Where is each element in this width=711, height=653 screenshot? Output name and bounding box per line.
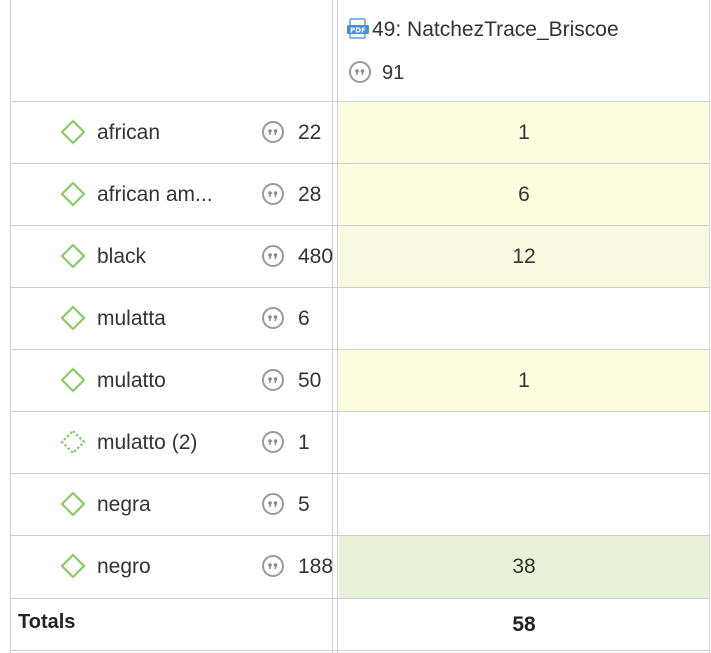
code-icon xyxy=(60,491,86,517)
code-label: african am... xyxy=(97,182,213,206)
code-icon xyxy=(60,181,86,207)
code-label: negro xyxy=(97,554,151,578)
code-label: mulatto (2) xyxy=(97,430,198,454)
code-quotation-count: 188 xyxy=(298,554,334,578)
quotation-icon xyxy=(262,493,284,515)
code-icon xyxy=(60,119,86,145)
code-row-header[interactable]: mulatta 6 xyxy=(12,288,332,349)
code-row-header[interactable]: negro 188 xyxy=(12,536,334,597)
quotation-icon xyxy=(262,369,284,391)
quotation-icon xyxy=(262,431,284,453)
quotation-icon xyxy=(262,121,284,143)
code-label: african xyxy=(97,120,161,144)
code-row-header[interactable]: mulatto (2) 1 xyxy=(12,412,332,473)
code-row-header[interactable]: african 22 xyxy=(12,102,332,163)
code-quotation-count: 50 xyxy=(298,368,322,392)
quotation-icon xyxy=(262,307,284,329)
code-label: black xyxy=(97,244,147,268)
quotation-icon xyxy=(262,245,284,267)
code-icon xyxy=(60,429,86,455)
svg-text:PDF: PDF xyxy=(350,27,366,35)
document-column-header[interactable]: PDF 49: NatchezTrace_Briscoe xyxy=(347,18,619,42)
pdf-document-icon: PDF xyxy=(347,18,371,39)
code-quotation-count: 6 xyxy=(298,306,310,330)
document-quotation-count: 91 xyxy=(348,60,404,85)
cooccurrence-cell[interactable]: 1 xyxy=(339,102,709,163)
grid-line xyxy=(709,0,710,653)
grid-line xyxy=(10,650,710,651)
code-icon xyxy=(60,305,86,331)
code-row-header[interactable]: negra 5 xyxy=(12,474,332,535)
quotation-count: 91 xyxy=(382,62,405,84)
code-label: mulatto xyxy=(97,368,166,392)
cooccurrence-cell[interactable]: 6 xyxy=(339,164,709,225)
code-quotation-count: 480 xyxy=(298,244,334,268)
code-row-header[interactable]: mulatto 50 xyxy=(12,350,332,411)
document-name: 49: NatchezTrace_Briscoe xyxy=(372,18,619,41)
code-quotation-count: 1 xyxy=(298,430,310,454)
cooccurrence-cell[interactable]: 38 xyxy=(339,536,709,598)
code-icon xyxy=(60,243,86,269)
cooccurrence-cell[interactable] xyxy=(339,288,709,349)
quotation-icon xyxy=(262,555,284,577)
cooccurrence-cell[interactable]: 12 xyxy=(339,226,709,287)
code-label: mulatta xyxy=(97,306,166,330)
grid-line xyxy=(10,598,710,599)
code-row-header[interactable]: black 480 xyxy=(12,226,334,287)
cooccurrence-cell[interactable] xyxy=(339,474,709,535)
code-icon xyxy=(60,553,86,579)
quotation-icon xyxy=(349,61,371,83)
quotation-icon xyxy=(262,183,284,205)
totals-value: 58 xyxy=(512,613,536,636)
cooccurrence-cell[interactable] xyxy=(339,412,709,473)
code-label: negra xyxy=(97,492,151,516)
code-row-header[interactable]: african am... 28 xyxy=(12,164,332,225)
grid-line xyxy=(10,0,11,653)
code-quotation-count: 22 xyxy=(298,120,322,144)
totals-label: Totals xyxy=(18,611,76,633)
code-quotation-count: 5 xyxy=(298,492,310,516)
code-document-table: PDF 49: NatchezTrace_Briscoe 91 african 2… xyxy=(0,0,711,653)
code-icon xyxy=(60,367,86,393)
cooccurrence-cell[interactable]: 1 xyxy=(339,350,709,411)
code-quotation-count: 28 xyxy=(298,182,322,206)
column-divider xyxy=(337,0,338,653)
